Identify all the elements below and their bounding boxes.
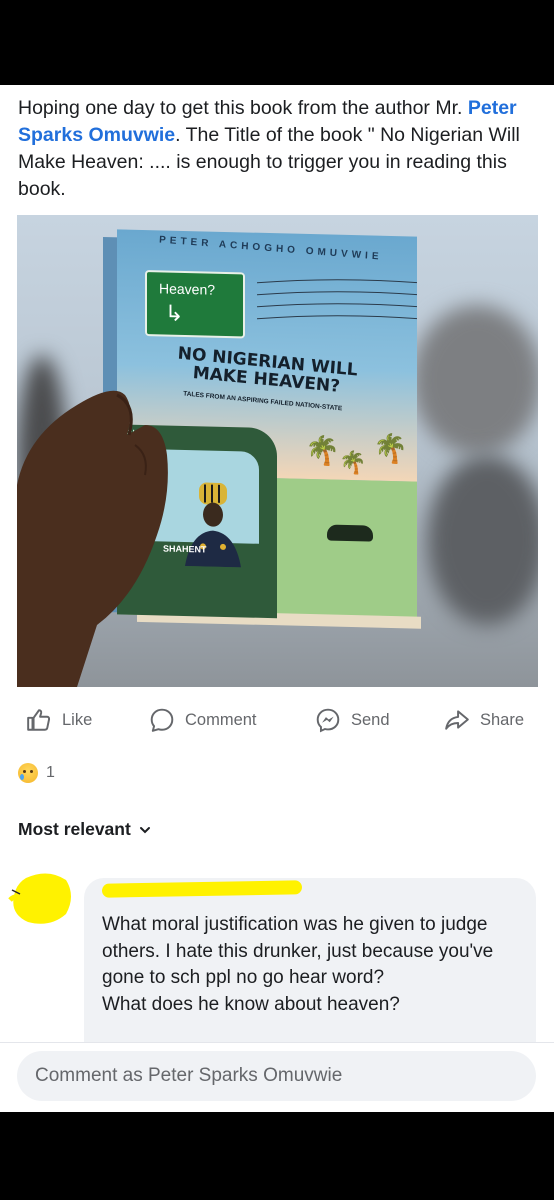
palm-tree-icon: 🌴 bbox=[305, 434, 340, 467]
turn-arrow-icon: ↳ bbox=[165, 300, 184, 326]
reaction-count: 1 bbox=[46, 764, 55, 781]
post-text: Hoping one day to get this book from the… bbox=[18, 95, 538, 203]
share-arrow-icon bbox=[445, 710, 469, 730]
commenter-avatar-redacted[interactable] bbox=[8, 870, 74, 926]
post-action-bar: Like Comment Send Share bbox=[0, 697, 554, 743]
post-photo[interactable]: PETER ACHOGHO OMUVWIE Heaven? ↳ NO NIGER… bbox=[17, 215, 538, 687]
palm-tree-icon: 🌴 bbox=[373, 432, 408, 465]
reaction-summary[interactable]: 1 bbox=[18, 761, 55, 785]
bottom-black-bar bbox=[0, 1112, 554, 1200]
post-text-start: Hoping one day to get this book from the… bbox=[18, 97, 468, 119]
commenter-name-redacted[interactable] bbox=[101, 880, 303, 898]
driver-illustration bbox=[185, 482, 241, 568]
power-lines bbox=[257, 279, 417, 320]
top-black-bar bbox=[0, 0, 554, 85]
send-label: Send bbox=[351, 710, 390, 729]
road-sign-text: Heaven? bbox=[159, 280, 216, 298]
share-button[interactable]: Share bbox=[444, 697, 524, 743]
sort-label: Most relevant bbox=[18, 819, 131, 839]
comment-input[interactable] bbox=[17, 1051, 536, 1101]
like-label: Like bbox=[62, 710, 93, 729]
comment-sort-dropdown[interactable]: Most relevant bbox=[18, 819, 151, 840]
comment-label: Comment bbox=[185, 710, 257, 729]
thumbs-up-icon bbox=[27, 709, 51, 731]
chevron-down-icon bbox=[139, 826, 150, 833]
comment-text: What moral justification was he given to… bbox=[102, 914, 494, 1015]
share-label: Share bbox=[480, 710, 525, 729]
comment-bubble-icon bbox=[150, 708, 174, 732]
like-button[interactable]: Like bbox=[26, 697, 92, 743]
hand-holding-book bbox=[17, 390, 168, 687]
bush-shape bbox=[327, 524, 373, 542]
background-building-blur bbox=[427, 455, 538, 625]
post-card: Hoping one day to get this book from the… bbox=[0, 85, 554, 1112]
sad-emoji-icon bbox=[18, 763, 38, 783]
road-sign: Heaven? ↳ bbox=[145, 270, 245, 339]
comment-button[interactable]: Comment bbox=[149, 697, 257, 743]
background-building-blur bbox=[412, 305, 538, 455]
send-button[interactable]: Send bbox=[315, 697, 390, 743]
messenger-icon bbox=[316, 708, 340, 733]
palm-tree-icon: 🌴 bbox=[339, 449, 367, 476]
